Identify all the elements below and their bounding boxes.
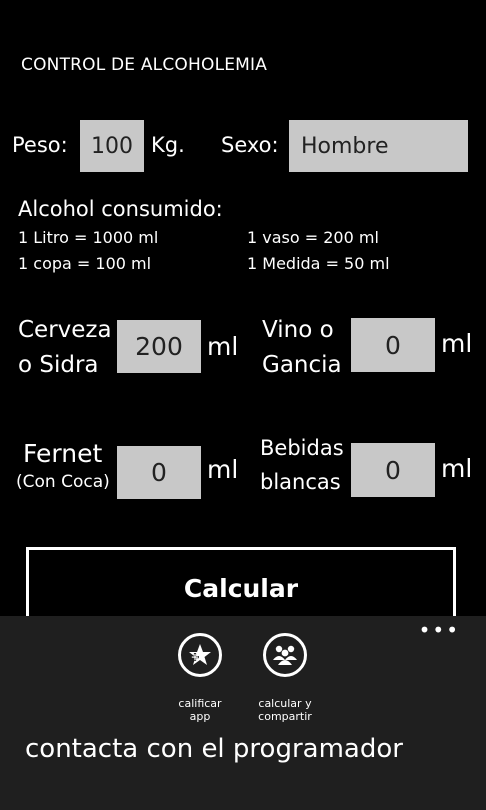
more-options-icon[interactable]: •••	[419, 620, 460, 640]
conversion-litro: 1 Litro = 1000 ml	[18, 228, 159, 247]
fernet-unit: ml	[207, 455, 239, 484]
calcular-compartir-button[interactable]: calcular y compartir	[240, 633, 330, 723]
bebidas-label-line2: blancas	[260, 470, 341, 494]
alcohol-consumido-heading: Alcohol consumido:	[18, 197, 223, 221]
vino-unit: ml	[441, 329, 473, 358]
vino-label-line2: Gancia	[262, 352, 342, 378]
peso-label: Peso:	[12, 133, 68, 157]
conversion-medida: 1 Medida = 50 ml	[247, 254, 390, 273]
people-icon	[263, 633, 307, 677]
vino-input[interactable]: 0	[351, 318, 435, 372]
fernet-label-line1: Fernet	[23, 439, 103, 468]
sexo-label: Sexo:	[221, 133, 279, 157]
kg-unit-label: Kg.	[151, 133, 185, 157]
app-title: CONTROL DE ALCOHOLEMIA	[21, 55, 268, 75]
cerveza-unit: ml	[207, 332, 239, 361]
fernet-input[interactable]: 0	[117, 446, 201, 499]
cerveza-label-line2: o Sidra	[18, 352, 99, 378]
cerveza-input[interactable]: 200	[117, 320, 201, 373]
menu-item-contacta[interactable]: contacta con el programador	[25, 734, 403, 764]
peso-input[interactable]: 100	[80, 120, 144, 172]
cerveza-label-line1: Cerveza	[18, 317, 112, 343]
conversion-copa: 1 copa = 100 ml	[18, 254, 152, 273]
app-bar: ••• calificar app calcular y compartir c…	[0, 616, 486, 810]
calificar-app-button[interactable]: calificar app	[155, 633, 245, 723]
calificar-app-caption: calificar app	[178, 697, 222, 723]
star-plus-icon	[178, 633, 222, 677]
bebidas-label-line1: Bebidas	[260, 436, 344, 460]
sexo-select[interactable]: Hombre	[289, 120, 468, 172]
bebidas-unit: ml	[441, 454, 473, 483]
calcular-compartir-caption: calcular y compartir	[258, 697, 312, 723]
conversion-vaso: 1 vaso = 200 ml	[247, 228, 379, 247]
bebidas-input[interactable]: 0	[351, 443, 435, 497]
vino-label-line1: Vino o	[262, 317, 334, 343]
fernet-label-line2: (Con Coca)	[16, 472, 110, 492]
